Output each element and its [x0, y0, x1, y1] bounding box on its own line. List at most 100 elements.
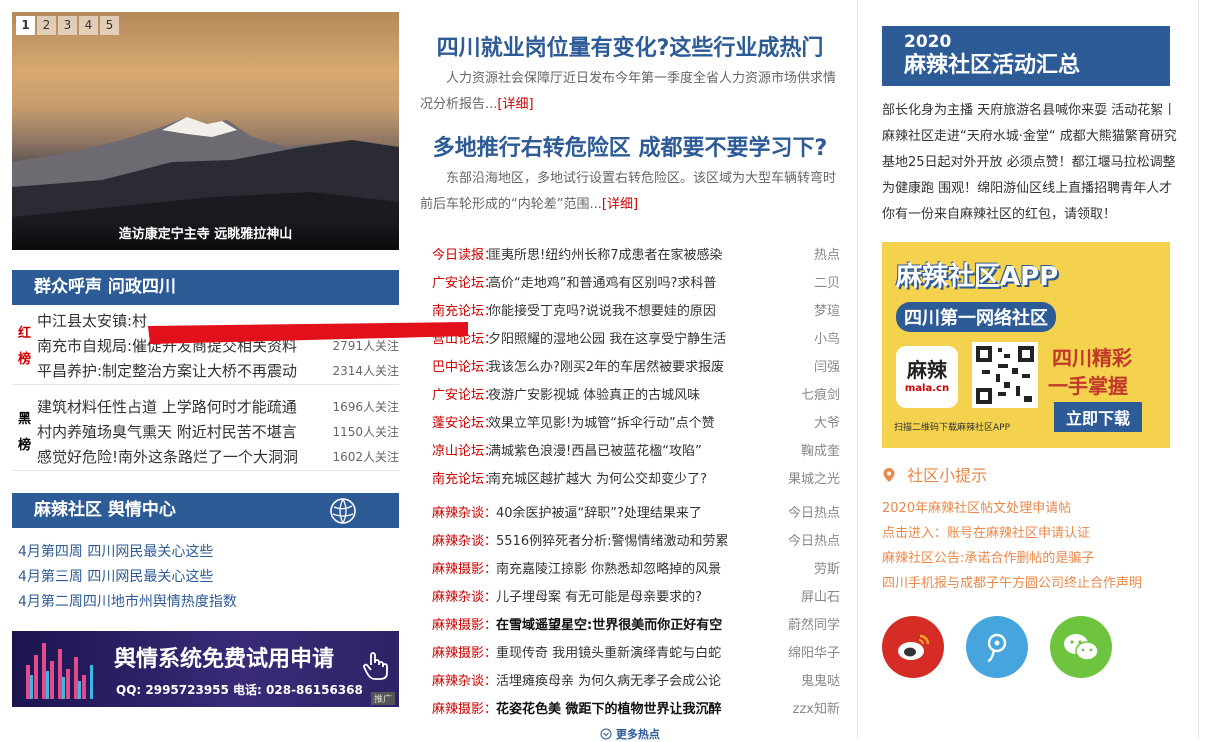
- forum-tag[interactable]: 巴中论坛：: [420, 354, 497, 382]
- opinion-link[interactable]: 4月第四周 四川网民最关心这些: [18, 540, 399, 565]
- headline-1[interactable]: 四川就业岗位量有变化?这些行业成热门: [420, 30, 840, 62]
- forum-tag[interactable]: 麻辣摄影：: [420, 640, 497, 668]
- forum-tag[interactable]: 广安论坛：: [420, 270, 497, 298]
- forum-tag[interactable]: 南充论坛：: [420, 466, 497, 494]
- list-item[interactable]: 麻辣摄影： 在雪域遥望星空:世界很美而你正好有空 蔚然同学: [420, 612, 840, 640]
- news-title[interactable]: 活埋瘫痪母亲 为何久病无孝子会成公论: [496, 668, 780, 696]
- news-author[interactable]: 小鸟: [780, 326, 840, 354]
- list-item[interactable]: 广安论坛： 夜游广安影视城 体验真正的古城风味 七痕剑: [420, 382, 840, 410]
- list-item[interactable]: 麻辣杂谈： 活埋瘫痪母亲 为何久病无孝子会成公论 鬼鬼哒: [420, 668, 840, 696]
- wechat-icon[interactable]: [1050, 616, 1112, 678]
- red-list-item[interactable]: 平昌养护:制定整治方案让大桥不再震动 2314人关注: [37, 359, 399, 384]
- news-author[interactable]: 果城之光: [780, 466, 840, 494]
- forum-tag[interactable]: 营山论坛：: [420, 326, 497, 354]
- list-item[interactable]: 营山论坛： 夕阳照耀的湿地公园 我在这享受宁静生活 小鸟: [420, 326, 840, 354]
- news-author[interactable]: 屏山石: [780, 584, 840, 612]
- slider-page-3[interactable]: 3: [58, 16, 77, 35]
- slider-page-5[interactable]: 5: [100, 16, 119, 35]
- news-title[interactable]: 南充城区越扩越大 为何公交却变少了?: [488, 466, 780, 494]
- forum-tag[interactable]: 麻辣杂谈：: [420, 500, 497, 528]
- list-item[interactable]: 麻辣杂谈： 40余医护被逼“辞职”?处理结果来了 今日热点: [420, 500, 840, 528]
- forum-tag[interactable]: 南充论坛：: [420, 298, 497, 326]
- list-item[interactable]: 麻辣杂谈： 儿子埋母案 有无可能是母亲要求的? 屏山石: [420, 584, 840, 612]
- tip-link[interactable]: 2020年麻辣社区帖文处理申请帖: [882, 496, 1198, 521]
- list-item[interactable]: 南充论坛： 你能接受丁克吗?说说我不想要娃的原因 梦瑄: [420, 298, 840, 326]
- more-hot-link[interactable]: 更多热点: [420, 726, 840, 742]
- slider-page-4[interactable]: 4: [79, 16, 98, 35]
- app-download-button[interactable]: 立即下载: [1054, 402, 1143, 432]
- news-title[interactable]: 在雪域遥望星空:世界很美而你正好有空: [496, 612, 780, 640]
- news-title[interactable]: 你能接受丁克吗?说说我不想要娃的原因: [488, 298, 780, 326]
- black-list-item[interactable]: 感觉好危险!南外这条路烂了一个大洞洞 1602人关注: [37, 445, 399, 470]
- forum-tag[interactable]: 蓬安论坛：: [420, 410, 497, 438]
- black-list-item[interactable]: 建筑材料任性占道 上学路何时才能疏通 1696人关注: [37, 395, 399, 420]
- news-title[interactable]: 儿子埋母案 有无可能是母亲要求的?: [496, 584, 780, 612]
- slider-page-2[interactable]: 2: [37, 16, 56, 35]
- news-author[interactable]: 今日热点: [780, 500, 840, 528]
- news-author[interactable]: 今日热点: [780, 528, 840, 556]
- red-list-item[interactable]: 南充市自规局:催促开发商提交相关资料 2791人关注: [37, 334, 399, 359]
- forum-tag[interactable]: 麻辣摄影：: [420, 556, 497, 584]
- news-title[interactable]: 40余医护被逼“辞职”?处理结果来了: [496, 500, 780, 528]
- opinion-link[interactable]: 4月第二周四川地市州舆情热度指数: [18, 590, 399, 615]
- news-author[interactable]: zzx知新: [780, 696, 840, 724]
- news-title[interactable]: 夕阳照耀的湿地公园 我在这享受宁静生活: [488, 326, 780, 354]
- red-list-item[interactable]: 中江县太安镇:村: [37, 309, 399, 334]
- list-item[interactable]: 麻辣摄影： 重现传奇 我用镜头重新演绎青蛇与白蛇 绵阳华子: [420, 640, 840, 668]
- photo-slider[interactable]: 12345 造访康定宁主寺 远眺雅拉神山: [12, 12, 399, 250]
- list-item[interactable]: 南充论坛： 南充城区越扩越大 为何公交却变少了? 果城之光: [420, 466, 840, 494]
- list-item[interactable]: 麻辣摄影： 花姿花色美 微距下的植物世界让我沉醉 zzx知新: [420, 696, 840, 724]
- opinion-system-banner[interactable]: 舆情系统免费试用申请 QQ: 2995723955 电话: 028-861563…: [12, 631, 399, 707]
- forum-tag[interactable]: 广安论坛：: [420, 382, 497, 410]
- news-author[interactable]: 劳斯: [780, 556, 840, 584]
- list-item[interactable]: 凉山论坛： 满城紫色浪漫!西昌已被蓝花楹“攻陷” 鞠成奎: [420, 438, 840, 466]
- list-item[interactable]: 今日读报： 匪夷所思!纽约州长称7成患者在家被感染 热点: [420, 242, 840, 270]
- forum-tag[interactable]: 麻辣摄影：: [420, 612, 497, 640]
- forum-tag[interactable]: 麻辣杂谈：: [420, 584, 497, 612]
- news-author[interactable]: 蔚然同学: [780, 612, 840, 640]
- tip-link[interactable]: 四川手机报与成都子午方圆公司终止合作声明: [882, 571, 1198, 596]
- slider-page-1[interactable]: 1: [16, 16, 35, 35]
- news-author[interactable]: 二贝: [780, 270, 840, 298]
- news-title[interactable]: 满城紫色浪漫!西昌已被蓝花楹“攻陷”: [488, 438, 780, 466]
- news-author[interactable]: 梦瑄: [780, 298, 840, 326]
- news-author[interactable]: 绵阳华子: [780, 640, 840, 668]
- weibo-icon[interactable]: [882, 616, 944, 678]
- headline-2-more-link[interactable]: [详细]: [602, 197, 638, 212]
- news-author[interactable]: 热点: [780, 242, 840, 270]
- list-item[interactable]: 广安论坛： 高价“走地鸡”和普通鸡有区别吗?求科普 二贝: [420, 270, 840, 298]
- list-item[interactable]: 麻辣摄影： 南充嘉陵江掠影 你熟悉却忽略掉的风景 劳斯: [420, 556, 840, 584]
- news-title[interactable]: 重现传奇 我用镜头重新演绎青蛇与白蛇: [496, 640, 780, 668]
- tip-link[interactable]: 麻辣社区公告:承诺合作删帖的是骗子: [882, 546, 1198, 571]
- activity-links[interactable]: 部长化身为主播 天府旅游名县喊你来耍 活动花絮丨麻辣社区走进“天府水城·金堂“ …: [882, 98, 1182, 228]
- headline-2[interactable]: 多地推行右转危险区 成都要不要学习下?: [420, 130, 840, 162]
- activity-header[interactable]: 2020 麻辣社区活动汇总: [882, 26, 1170, 86]
- news-title[interactable]: 花姿花色美 微距下的植物世界让我沉醉: [496, 696, 780, 724]
- news-title[interactable]: 南充嘉陵江掠影 你熟悉却忽略掉的风景: [496, 556, 780, 584]
- black-list-item[interactable]: 村内养殖场臭气熏天 附近村民苦不堪言 1150人关注: [37, 420, 399, 445]
- news-author[interactable]: 七痕剑: [780, 382, 840, 410]
- news-title[interactable]: 高价“走地鸡”和普通鸡有区别吗?求科普: [488, 270, 780, 298]
- forum-tag[interactable]: 今日读报：: [420, 242, 497, 270]
- news-author[interactable]: 大爷: [780, 410, 840, 438]
- news-author[interactable]: 鬼鬼哒: [780, 668, 840, 696]
- slider-caption[interactable]: 造访康定宁主寺 远眺雅拉神山: [12, 220, 399, 250]
- news-title[interactable]: 5516例猝死者分析:警惕情绪激动和劳累: [496, 528, 780, 556]
- news-title[interactable]: 匪夷所思!纽约州长称7成患者在家被感染: [488, 242, 780, 270]
- opinion-link[interactable]: 4月第三周 四川网民最关心这些: [18, 565, 399, 590]
- news-author[interactable]: 闫强: [780, 354, 840, 382]
- news-title[interactable]: 效果立竿见影!为城管“拆伞行动”点个赞: [488, 410, 780, 438]
- forum-tag[interactable]: 麻辣摄影：: [420, 696, 497, 724]
- list-item[interactable]: 蓬安论坛： 效果立竿见影!为城管“拆伞行动”点个赞 大爷: [420, 410, 840, 438]
- news-title[interactable]: 我该怎么办?刚买2年的车居然被要求报废: [488, 354, 780, 382]
- forum-tag[interactable]: 凉山论坛：: [420, 438, 497, 466]
- list-item[interactable]: 巴中论坛： 我该怎么办?刚买2年的车居然被要求报废 闫强: [420, 354, 840, 382]
- qzone-icon[interactable]: [966, 616, 1028, 678]
- list-item[interactable]: 麻辣杂谈： 5516例猝死者分析:警惕情绪激动和劳累 今日热点: [420, 528, 840, 556]
- forum-tag[interactable]: 麻辣杂谈：: [420, 668, 497, 696]
- forum-tag[interactable]: 麻辣杂谈：: [420, 528, 497, 556]
- tip-link[interactable]: 点击进入：账号在麻辣社区申请认证: [882, 521, 1198, 546]
- app-download-banner[interactable]: 麻辣社区APP 四川第一网络社区 麻辣 mala.cn 四川精彩 一手掌握 立即…: [882, 242, 1170, 448]
- news-title[interactable]: 夜游广安影视城 体验真正的古城风味: [488, 382, 780, 410]
- headline-1-more-link[interactable]: [详细]: [497, 97, 533, 112]
